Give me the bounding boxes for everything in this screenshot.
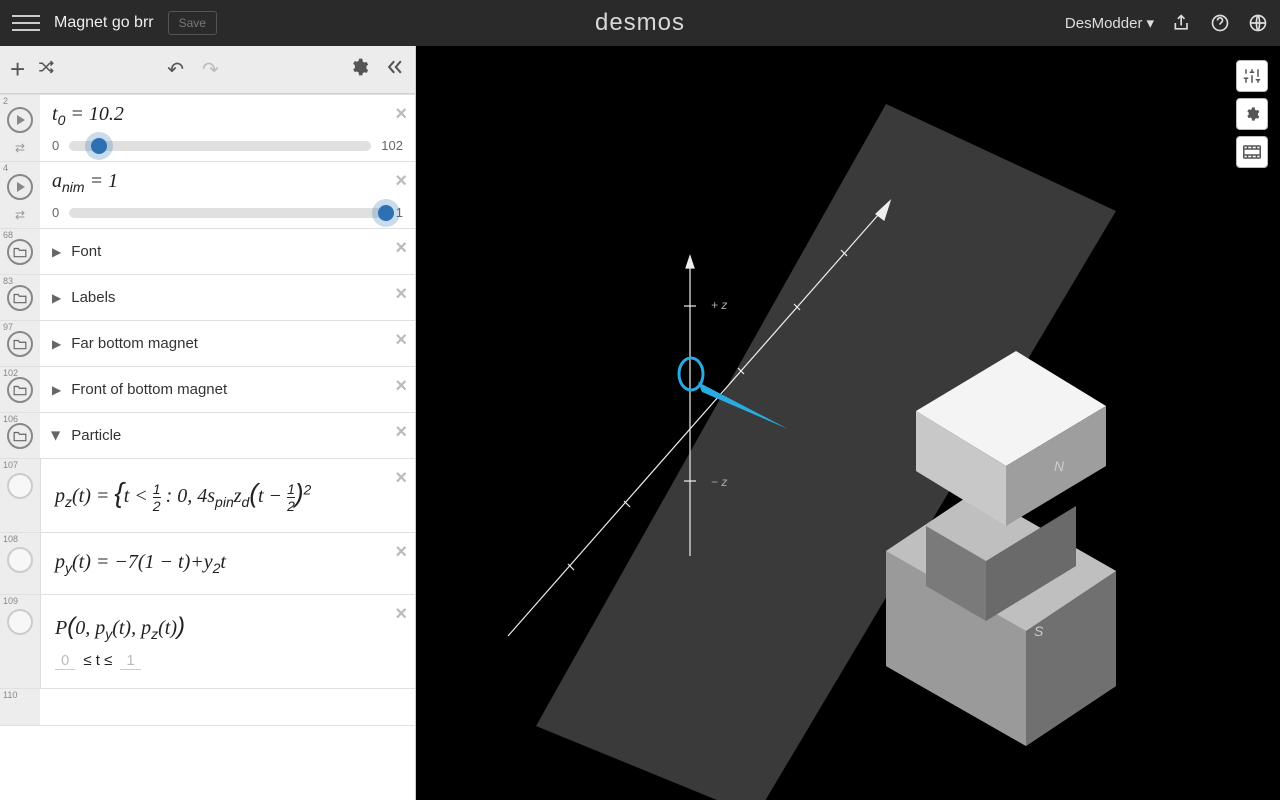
folder-label[interactable]: Far bottom magnet xyxy=(71,335,198,352)
collapse-panel-icon[interactable] xyxy=(385,57,405,83)
desmos-logo: desmos xyxy=(595,9,685,37)
folder-label[interactable]: Font xyxy=(71,243,101,260)
graph-viewport[interactable]: + z − z N S xyxy=(416,46,1280,800)
delete-expression-button[interactable]: × xyxy=(395,170,407,193)
play-button[interactable] xyxy=(7,174,33,200)
magnet-geometry xyxy=(886,351,1116,746)
slider-min[interactable]: 0 xyxy=(52,138,59,153)
slider-expression[interactable]: anim = 1 xyxy=(52,170,403,195)
slider-track[interactable] xyxy=(69,208,386,218)
expression-style-button[interactable] xyxy=(7,473,33,499)
folder-row[interactable]: 97 × ▶ Far bottom magnet xyxy=(0,321,415,367)
expression-row[interactable]: 107 × pz(t) = {t < 12 : 0, 4spinzd(t − 1… xyxy=(0,459,415,533)
expression-style-button[interactable] xyxy=(7,609,33,635)
axis-label-z-pos: + z xyxy=(711,298,727,312)
video-creator-button[interactable] xyxy=(1236,136,1268,168)
folder-row[interactable]: 83 × ▶ Labels xyxy=(0,275,415,321)
delete-expression-button[interactable]: × xyxy=(395,237,407,260)
folder-row[interactable]: 106 × ▶ Particle xyxy=(0,413,415,459)
folder-caret-icon[interactable]: ▶ xyxy=(50,431,64,440)
line-number: 2 xyxy=(3,96,8,106)
shuffle-icon[interactable] xyxy=(37,58,55,81)
delete-expression-button[interactable]: × xyxy=(395,329,407,352)
folder-caret-icon[interactable]: ▶ xyxy=(52,245,61,259)
line-number: 4 xyxy=(3,163,8,173)
language-icon[interactable] xyxy=(1248,13,1268,33)
expression-panel: + ↶ ↷ 2 ⇄ × t0 = 1 xyxy=(0,46,416,800)
folder-row[interactable]: 68 × ▶ Font xyxy=(0,229,415,275)
undo-button[interactable]: ↶ xyxy=(167,57,184,82)
line-number: 109 xyxy=(3,596,18,606)
folder-caret-icon[interactable]: ▶ xyxy=(52,383,61,397)
line-number: 102 xyxy=(3,368,18,378)
expression-latex[interactable]: pz(t) = {t < 12 : 0, 4spinzd(t − 12)2 xyxy=(55,477,401,514)
folder-icon[interactable] xyxy=(7,331,33,357)
redo-button: ↷ xyxy=(202,57,219,82)
folder-caret-icon[interactable]: ▶ xyxy=(52,337,61,351)
expression-row[interactable]: 110 xyxy=(0,689,415,726)
slider-track[interactable] xyxy=(69,141,371,151)
menu-icon[interactable] xyxy=(12,9,40,37)
chevron-down-icon: ▾ xyxy=(1146,14,1154,32)
delete-expression-button[interactable]: × xyxy=(395,283,407,306)
pole-label-s: S xyxy=(1034,623,1044,639)
line-number: 106 xyxy=(3,414,18,424)
graph-settings-button[interactable] xyxy=(1236,60,1268,92)
delete-expression-button[interactable]: × xyxy=(395,541,407,564)
folder-icon[interactable] xyxy=(7,285,33,311)
expression-style-button[interactable] xyxy=(7,547,33,573)
slider-max[interactable]: 102 xyxy=(381,138,403,153)
slider-thumb[interactable] xyxy=(378,205,394,221)
account-menu[interactable]: DesModder ▾ xyxy=(1065,14,1154,32)
add-expression-button[interactable]: + xyxy=(10,54,25,85)
folder-icon[interactable] xyxy=(7,377,33,403)
line-number: 108 xyxy=(3,534,18,544)
loop-mode-icon[interactable]: ⇄ xyxy=(15,141,25,155)
delete-expression-button[interactable]: × xyxy=(395,375,407,398)
parametric-domain[interactable]: 0≤ t ≤1 xyxy=(55,652,401,670)
folder-row[interactable]: 102 × ▶ Front of bottom magnet xyxy=(0,367,415,413)
folder-caret-icon[interactable]: ▶ xyxy=(52,291,61,305)
line-number: 68 xyxy=(3,230,13,240)
line-number: 97 xyxy=(3,322,13,332)
expression-latex[interactable]: py(t) = −7(1 − t)+y2t xyxy=(55,551,401,576)
expression-latex[interactable]: P(0, py(t), pz(t)) xyxy=(55,613,401,642)
expression-row[interactable]: 109 × P(0, py(t), pz(t)) 0≤ t ≤1 xyxy=(0,595,415,689)
delete-expression-button[interactable]: × xyxy=(395,421,407,444)
play-button[interactable] xyxy=(7,107,33,133)
slider-row: 2 ⇄ × t0 = 10.2 0 102 xyxy=(0,94,415,162)
save-button[interactable]: Save xyxy=(168,11,217,35)
slider-min[interactable]: 0 xyxy=(52,205,59,220)
pole-label-n: N xyxy=(1054,458,1065,474)
delete-expression-button[interactable]: × xyxy=(395,603,407,626)
delete-expression-button[interactable]: × xyxy=(395,467,407,490)
axis-label-z-neg: − z xyxy=(711,475,727,489)
line-number: 110 xyxy=(3,690,17,700)
expression-row[interactable]: 108 × py(t) = −7(1 − t)+y2t xyxy=(0,533,415,595)
share-icon[interactable] xyxy=(1172,13,1192,33)
folder-icon[interactable] xyxy=(7,423,33,449)
line-number: 107 xyxy=(3,460,18,470)
loop-mode-icon[interactable]: ⇄ xyxy=(15,208,25,222)
folder-label[interactable]: Particle xyxy=(71,427,121,444)
line-number: 83 xyxy=(3,276,13,286)
graph-title[interactable]: Magnet go brr xyxy=(54,14,154,32)
slider-row: 4 ⇄ × anim = 1 0 1 xyxy=(0,162,415,229)
slider-thumb[interactable] xyxy=(91,138,107,154)
folder-label[interactable]: Front of bottom magnet xyxy=(71,381,227,398)
slider-max[interactable]: 1 xyxy=(396,205,403,220)
folder-icon[interactable] xyxy=(7,239,33,265)
slider-expression[interactable]: t0 = 10.2 xyxy=(52,103,403,128)
folder-label[interactable]: Labels xyxy=(71,289,115,306)
delete-expression-button[interactable]: × xyxy=(395,103,407,126)
graph-gear-button[interactable] xyxy=(1236,98,1268,130)
help-icon[interactable] xyxy=(1210,13,1230,33)
settings-icon[interactable] xyxy=(349,57,369,83)
